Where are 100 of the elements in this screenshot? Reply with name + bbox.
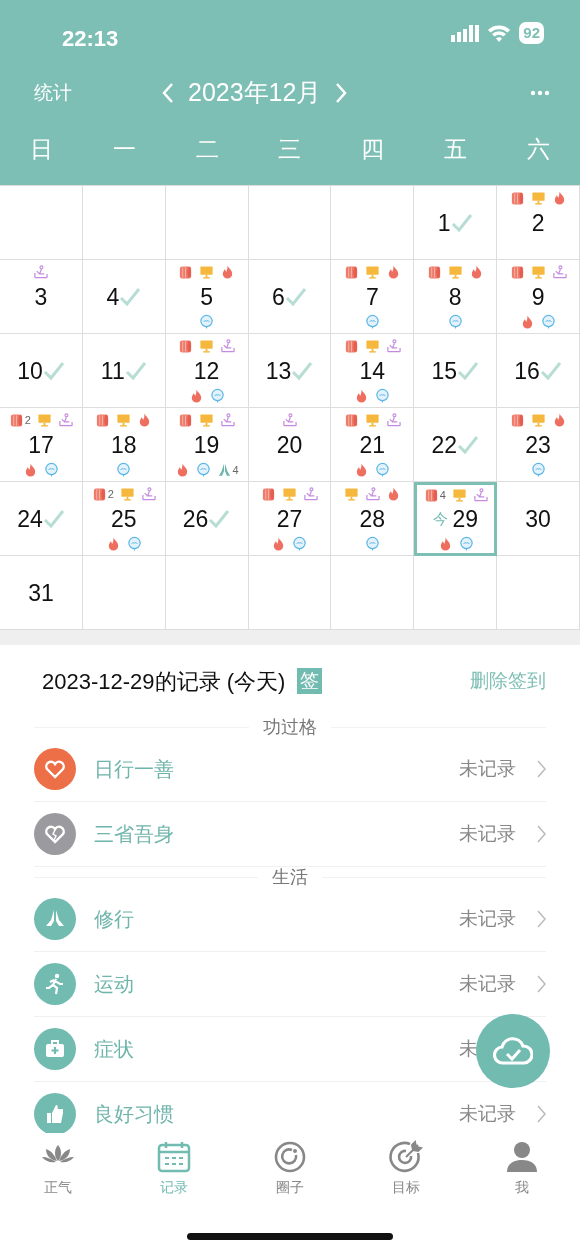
day-number: 14 — [359, 359, 386, 383]
weekday-label: 日 — [28, 135, 54, 165]
praying-hands-icon — [216, 462, 232, 478]
section-heading: 功过格 — [263, 715, 317, 739]
cylinder-icon — [91, 486, 107, 502]
day-number: 29 — [452, 508, 478, 531]
calendar-day[interactable]: 8 — [414, 260, 498, 334]
calendar-day[interactable]: 10 — [0, 334, 83, 408]
calendar-day[interactable]: 2 25 — [82, 482, 166, 556]
calendar-day[interactable]: 6 — [248, 260, 332, 334]
category-label: 良好习惯 — [94, 1102, 174, 1127]
cylinder-icon — [426, 264, 442, 280]
calendar-day[interactable]: 15 — [414, 334, 498, 408]
calendar-day[interactable]: 22 — [414, 408, 498, 482]
calendar-day[interactable]: 18 — [82, 408, 166, 482]
weekday-label: 三 — [277, 135, 303, 165]
cylinder-icon — [95, 412, 111, 428]
calendar-day[interactable]: 2 — [497, 186, 580, 260]
signal-icon — [451, 24, 480, 42]
monitor-icon — [343, 486, 359, 502]
calendar-day[interactable]: 30 — [497, 482, 580, 556]
category-label: 日行一善 — [94, 757, 174, 782]
cylinder-icon — [343, 412, 359, 428]
day-number: 15 — [431, 359, 457, 383]
calendar-day[interactable]: 5 — [165, 260, 249, 334]
calendar-day[interactable]: 4 — [82, 260, 166, 334]
previous-month-icon[interactable] — [162, 82, 174, 104]
more-icon[interactable] — [530, 90, 550, 96]
chat-bubble-icon — [43, 462, 59, 478]
day-number: 9 — [531, 285, 545, 309]
meditation-icon — [385, 338, 401, 354]
nav-tab[interactable]: 圈子 — [232, 1139, 348, 1215]
calendar-day[interactable]: 3 — [0, 260, 83, 334]
day-number: 6 — [272, 285, 285, 309]
chat-bubble-icon — [209, 388, 225, 404]
calendar-day[interactable]: 19 4 — [165, 408, 249, 482]
day-number: 1 — [437, 211, 451, 235]
day-number: 16 — [514, 359, 540, 383]
meditation-icon — [33, 264, 49, 280]
meditation-icon — [220, 338, 236, 354]
chat-bubble-icon — [199, 314, 215, 330]
day-number: 7 — [365, 285, 379, 309]
day-number: 31 — [28, 581, 54, 605]
calendar-day[interactable]: 23 — [497, 408, 580, 482]
record-status: 未记录 — [459, 821, 516, 846]
day-number: 27 — [276, 507, 303, 531]
meditation-icon — [303, 486, 318, 502]
day-number: 11 — [100, 359, 125, 383]
calendar-day[interactable]: 12 — [165, 334, 249, 408]
person-icon — [504, 1139, 540, 1175]
calendar-day[interactable]: 16 — [497, 334, 580, 408]
monitor-icon — [530, 412, 546, 428]
calendar-day[interactable]: 21 — [331, 408, 415, 482]
monitor-icon — [530, 264, 546, 280]
calendar-day[interactable]: 26 — [165, 482, 249, 556]
calendar-day[interactable]: 27 — [248, 482, 332, 556]
calendar-day[interactable]: 7 — [331, 260, 415, 334]
cylinder-icon — [8, 412, 24, 428]
day-number: 20 — [276, 433, 303, 457]
day-number: 13 — [265, 359, 292, 383]
nav-tab[interactable]: 我 — [464, 1139, 580, 1215]
weekday-label: 六 — [526, 135, 552, 165]
day-number: 30 — [525, 507, 551, 531]
chat-bubble-icon — [126, 536, 142, 552]
calendar-day[interactable]: 1 — [414, 186, 498, 260]
calendar-day[interactable]: 4 今 29 — [414, 482, 498, 556]
monitor-icon — [199, 338, 215, 354]
weekday-label: 五 — [443, 135, 469, 165]
calendar-day[interactable]: 24 — [0, 482, 83, 556]
calendar-day[interactable]: 11 — [82, 334, 166, 408]
record-status: 未记录 — [459, 971, 516, 996]
chat-bubble-icon — [541, 314, 557, 330]
record-title: 2023-12-29的记录 (今天) — [42, 667, 286, 696]
calendar-day[interactable]: 20 — [248, 408, 332, 482]
calendar-day[interactable]: 2 17 — [0, 408, 83, 482]
monitor-icon — [37, 412, 52, 428]
mark-count: 2 — [107, 486, 114, 502]
cylinder-icon — [261, 486, 276, 502]
monitor-icon — [116, 412, 132, 428]
calendar-day[interactable]: 13 — [248, 334, 332, 408]
mark-count: 2 — [24, 412, 31, 428]
monitor-icon — [282, 486, 297, 502]
record-status: 未记录 — [459, 756, 516, 781]
monitor-icon — [364, 412, 380, 428]
calendar-day[interactable]: 14 — [331, 334, 415, 408]
record-status: 未记录 — [459, 906, 516, 931]
meditation-icon — [58, 412, 73, 428]
next-month-icon[interactable] — [335, 82, 348, 104]
nav-tab[interactable]: 目标 — [348, 1139, 464, 1215]
nav-tab[interactable]: 正气 — [0, 1139, 116, 1215]
mark-count: 4 — [232, 462, 239, 478]
day-number: 18 — [110, 433, 137, 457]
monitor-icon — [199, 264, 215, 280]
calendar-day[interactable]: 9 — [497, 260, 580, 334]
calendar-day[interactable]: 28 — [331, 482, 415, 556]
ring-icon — [272, 1139, 308, 1175]
monitor-icon — [119, 486, 135, 502]
chat-bubble-icon — [447, 314, 463, 330]
calendar-icon — [156, 1139, 192, 1175]
cylinder-icon — [343, 264, 359, 280]
